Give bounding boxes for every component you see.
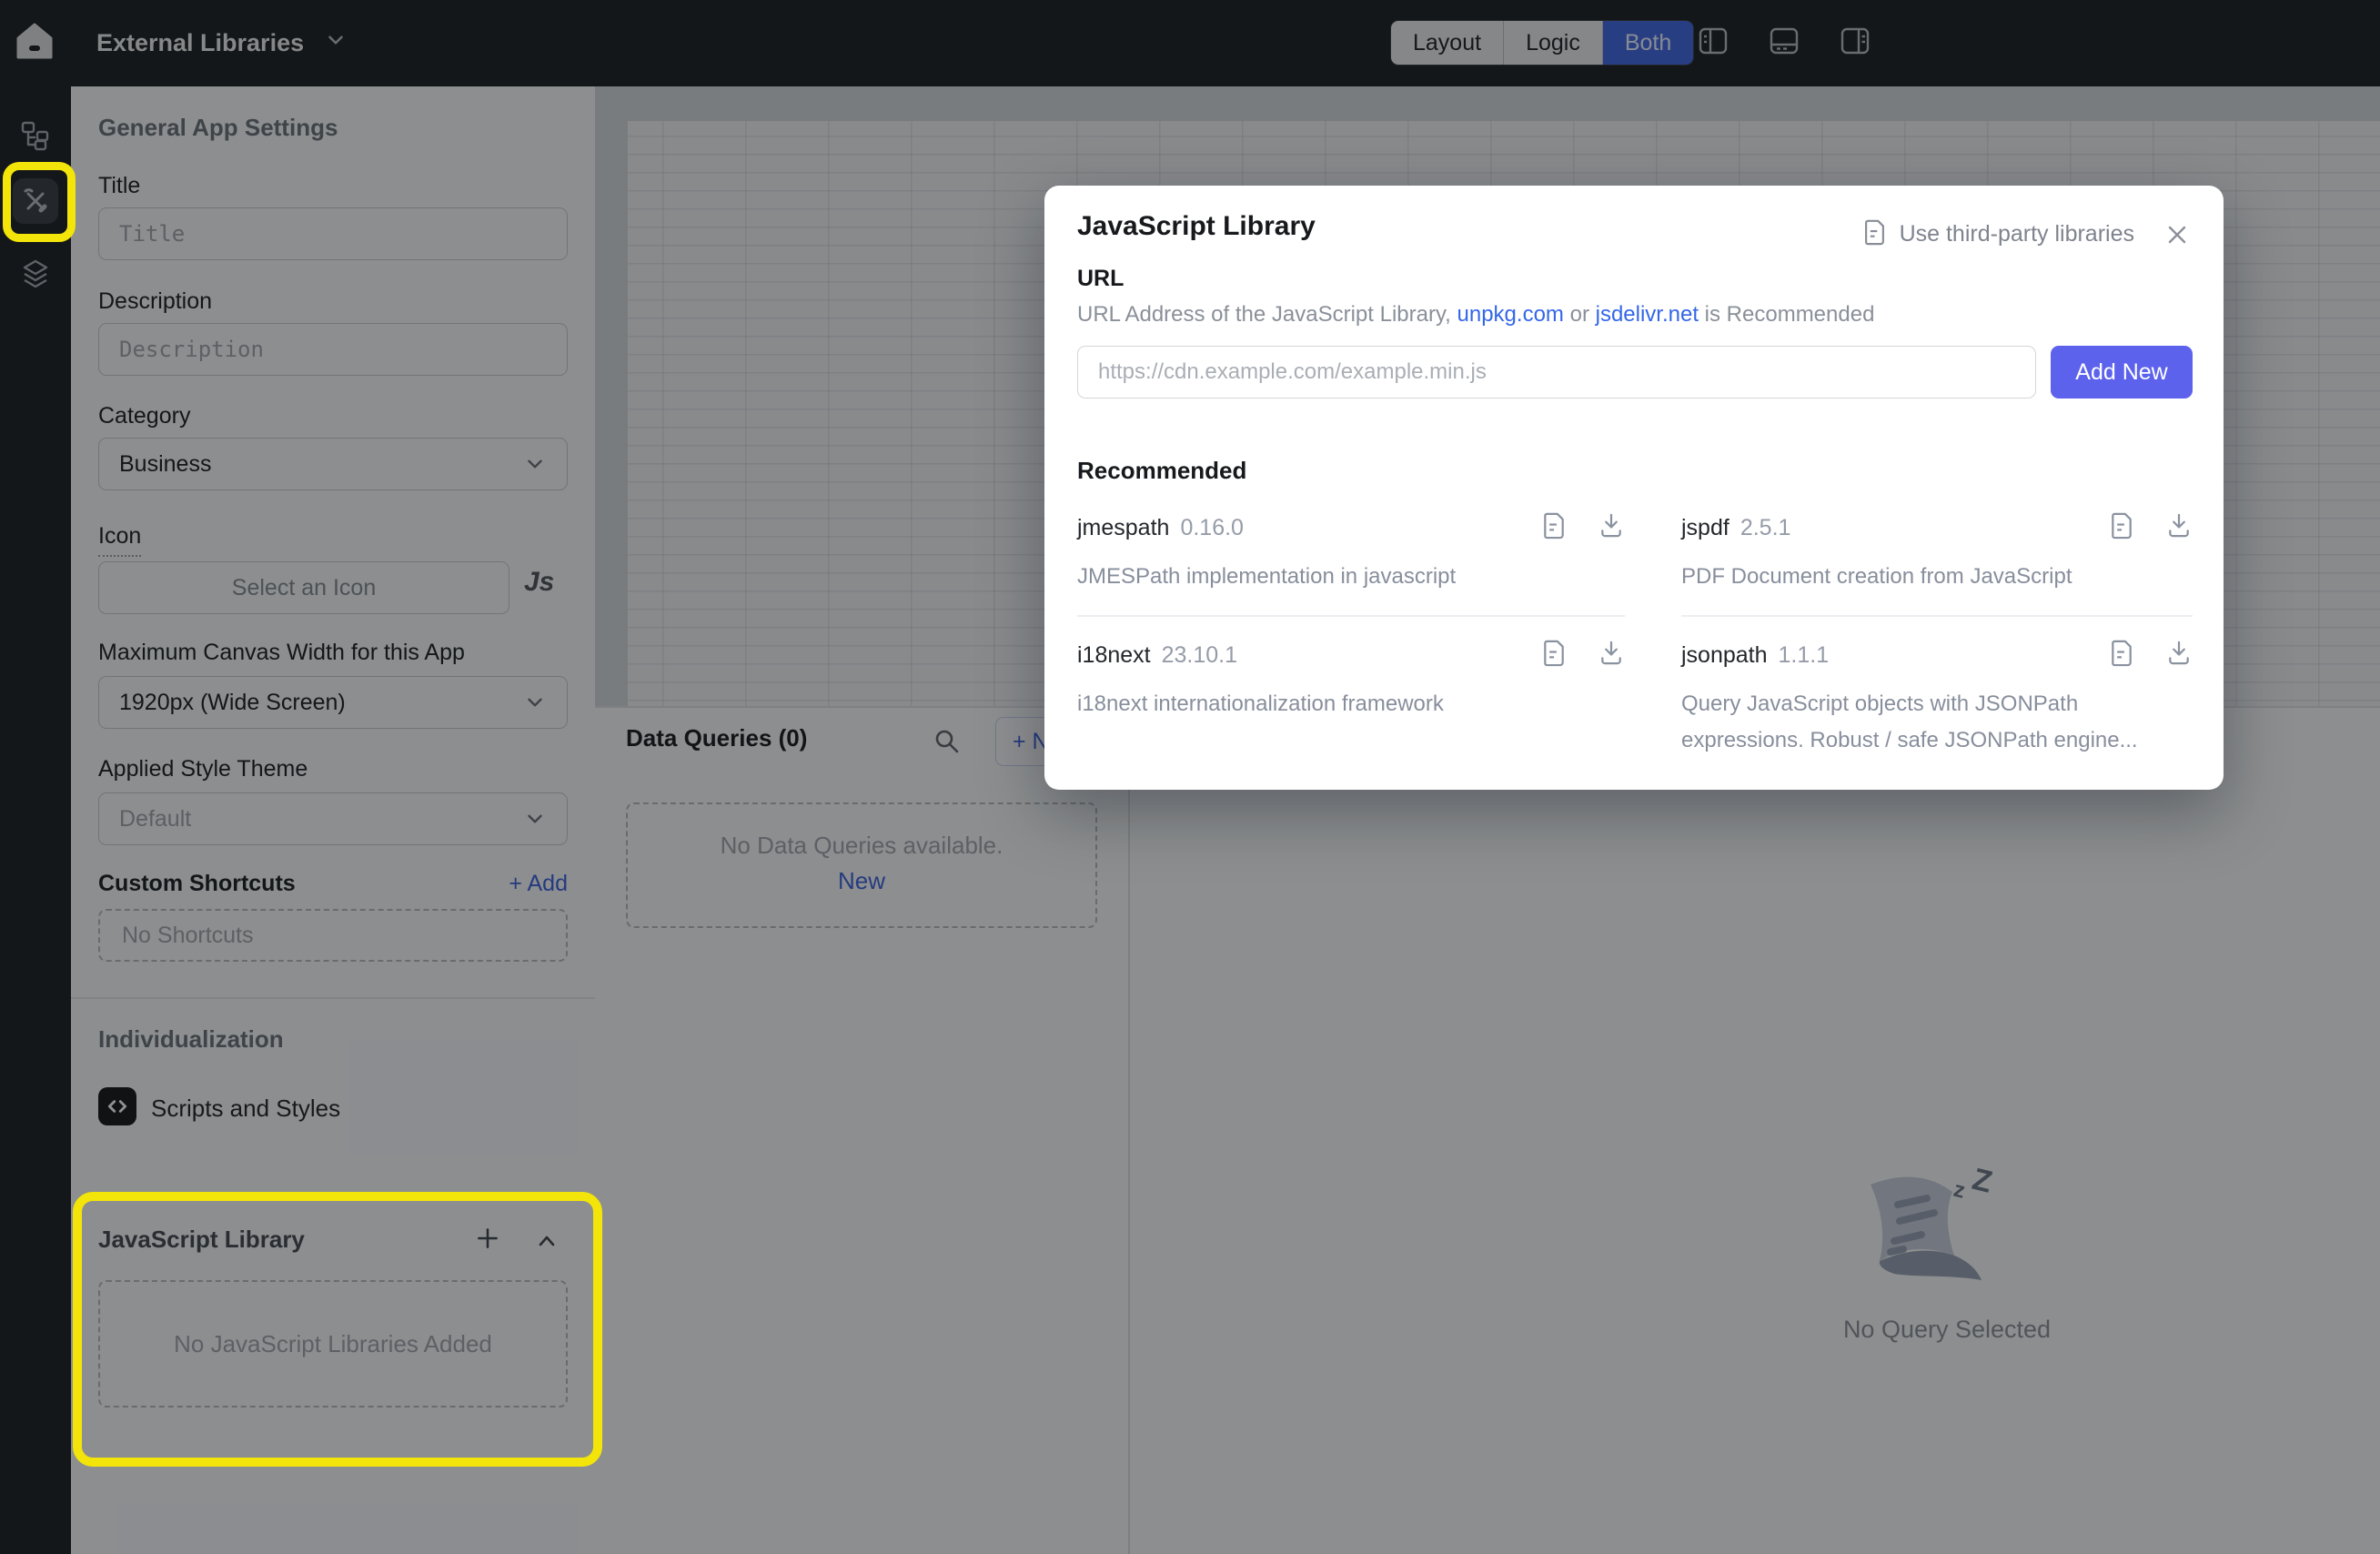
library-version: 0.16.0 — [1180, 515, 1244, 541]
recommended-libraries: jmespath 0.16.0 JMESPath implementation … — [1077, 502, 2193, 762]
library-name: jsonpath — [1681, 642, 1768, 669]
library-divider — [1681, 615, 2193, 617]
url-help-text: URL Address of the JavaScript Library, u… — [1077, 302, 1874, 328]
recommended-title: Recommended — [1077, 457, 1246, 485]
library-divider — [1077, 615, 1625, 617]
library-description: i18next internationalization framework — [1077, 686, 1625, 722]
library-docs-icon[interactable] — [1541, 511, 1567, 544]
library-row-jsonpath: jsonpath 1.1.1 Query JavaScript objects … — [1681, 630, 2193, 762]
library-row-jmespath: jmespath 0.16.0 JMESPath implementation … — [1077, 502, 1625, 599]
jsdelivr-link[interactable]: jsdelivr.net — [1596, 302, 1699, 327]
library-name: jspdf — [1681, 515, 1730, 541]
library-name: jmespath — [1077, 515, 1169, 541]
library-docs-icon[interactable] — [1541, 639, 1567, 671]
library-download-icon[interactable] — [2165, 639, 2193, 671]
add-new-button[interactable]: Add New — [2051, 346, 2193, 399]
library-description: JMESPath implementation in javascript — [1077, 559, 1625, 595]
library-row-jspdf: jspdf 2.5.1 PDF Document creation from J… — [1681, 502, 2193, 599]
close-icon[interactable] — [2163, 221, 2191, 248]
library-version: 23.10.1 — [1162, 642, 1237, 669]
library-download-icon[interactable] — [2165, 511, 2193, 544]
library-description: PDF Document creation from JavaScript — [1681, 559, 2193, 595]
use-third-party-link[interactable]: Use third-party libraries — [1900, 221, 2134, 247]
unpkg-link[interactable]: unpkg.com — [1457, 302, 1564, 327]
highlight-rail-tools — [3, 162, 76, 242]
js-library-modal: JavaScript Library Use third-party libra… — [1044, 186, 2224, 790]
library-name: i18next — [1077, 642, 1151, 669]
library-download-icon[interactable] — [1598, 511, 1625, 544]
library-version: 1.1.1 — [1779, 642, 1830, 669]
modal-title: JavaScript Library — [1077, 211, 1316, 242]
document-icon — [1862, 218, 1887, 250]
library-description: Query JavaScript objects with JSONPath e… — [1681, 686, 2173, 759]
library-version: 2.5.1 — [1740, 515, 1791, 541]
library-download-icon[interactable] — [1598, 639, 1625, 671]
url-label: URL — [1077, 266, 1124, 292]
library-docs-icon[interactable] — [2109, 639, 2134, 671]
library-docs-icon[interactable] — [2109, 511, 2134, 544]
highlight-js-library-section — [73, 1192, 602, 1467]
app-root: External Libraries Layout Logic Both — [0, 0, 2380, 1554]
library-row-i18next: i18next 23.10.1 i18next internationaliza… — [1077, 630, 1625, 726]
library-url-input[interactable] — [1077, 346, 2036, 399]
